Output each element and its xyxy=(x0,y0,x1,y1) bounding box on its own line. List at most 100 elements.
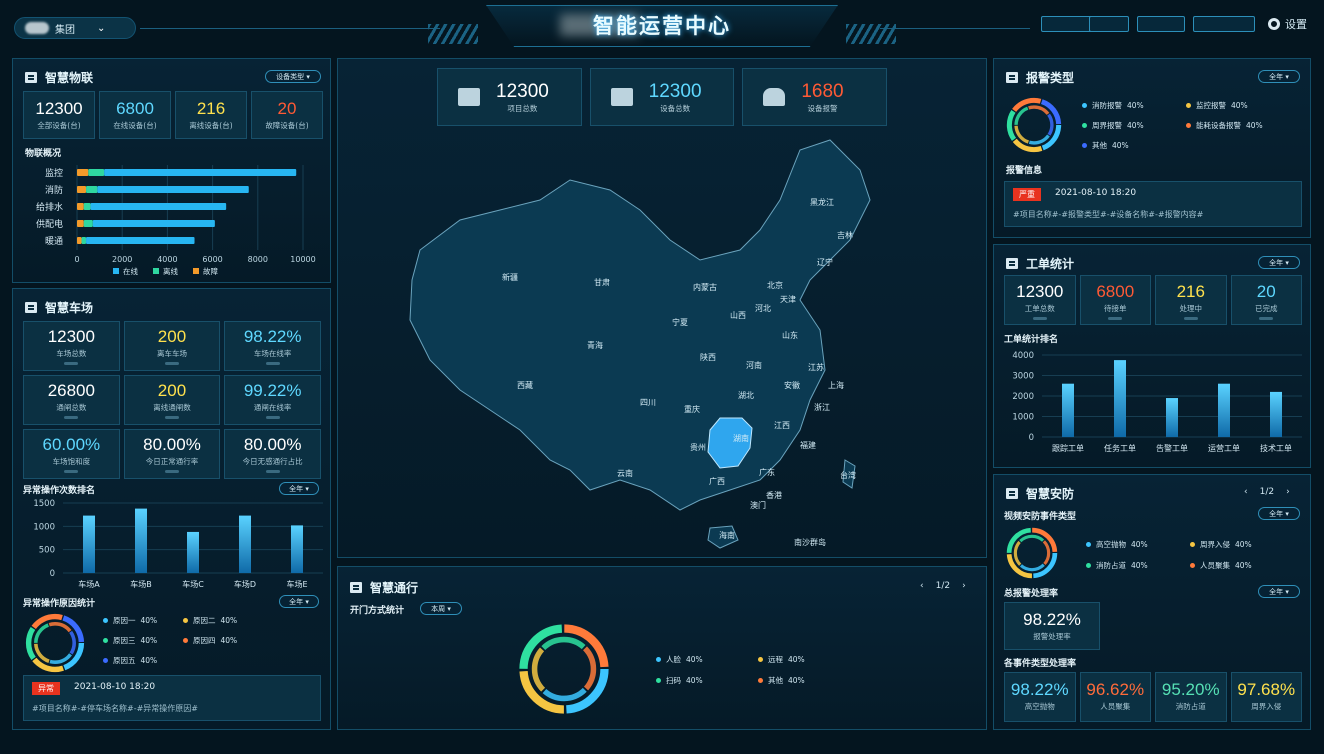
legend-swatch xyxy=(193,268,199,274)
map-region-label: 天津 xyxy=(780,294,796,304)
parking-stat-label: 车场总数 xyxy=(56,349,87,358)
map-region-label: 台湾 xyxy=(840,470,856,480)
iot-stat-label: 全部设备(台) xyxy=(37,121,81,130)
header-line-right xyxy=(880,28,1030,29)
access-period-select[interactable]: 本周 ▾ xyxy=(420,602,462,615)
y-tick-label: 500 xyxy=(39,546,55,556)
bar-segment xyxy=(77,186,87,193)
security-event-title: 视频安防事件类型 xyxy=(1004,512,1077,522)
y-category-label: 暖通 xyxy=(45,235,63,247)
iot-stat-label: 故障设备(台) xyxy=(265,121,309,130)
china-map[interactable]: 新疆西藏 青海 甘肃内蒙古宁夏陕西 山西 北京天津河北山东河南四川重庆 湖北 安徽江苏上海浙… xyxy=(380,130,880,560)
access-panel: 智慧通行 ‹ 1/2 › 开门方式统计 本周 ▾ 人脸 40% 远程 40% 扫码 4… xyxy=(337,566,987,730)
settings-label: 设置 xyxy=(1285,18,1307,31)
parking-alert[interactable]: 异常 2021-08-10 18:20 #项目名称#-#停车场名称#-#异常操作… xyxy=(23,675,321,721)
legend-pct: 40% xyxy=(140,636,158,645)
legend-name: 消防占道 xyxy=(1096,561,1126,570)
x-category-label: 任务工单 xyxy=(1104,443,1136,453)
bar-segment xyxy=(77,169,89,176)
bar xyxy=(1218,383,1230,437)
iot-overview-chart: 0 2000 4000 6000 8000 10000 监控消防给排水供配电暖通在线 离线 故障 xyxy=(36,165,316,276)
map-region-label: 新疆 xyxy=(502,272,518,282)
header-button-3[interactable] xyxy=(1137,16,1185,32)
parking-stat-value: 26800 xyxy=(47,381,95,400)
legend-name: 其他 xyxy=(768,676,783,685)
parking-reason-legend: 原因一 40% 原因二 40% 原因三 40% 原因四 40% 原因五 40% xyxy=(103,615,303,666)
y-tick-label: 1000 xyxy=(33,522,55,532)
bar-segment xyxy=(83,220,93,227)
bar-segment xyxy=(77,203,84,210)
bar-segment xyxy=(77,237,82,244)
alarm-panel: 报警类型 全年 ▾ 消防报警 40% 监控报警 40% 周界报警 40% 能耗设备报警… xyxy=(993,58,1311,238)
legend-item: 周界入侵 40% xyxy=(1190,539,1306,550)
legend-name: 远程 xyxy=(768,655,783,664)
parking-stat-label: 离车车场 xyxy=(156,349,187,358)
parking-reason-select[interactable]: 全年 ▾ xyxy=(279,595,319,608)
parking-ranking-select[interactable]: 全年 ▾ xyxy=(279,482,319,495)
workorder-ranking-title: 工单统计排名 xyxy=(1004,335,1059,345)
x-category-label: 车场B xyxy=(130,579,152,589)
iot-title-text: 智慧物联 xyxy=(45,71,94,85)
map-region-label: 安徽 xyxy=(784,380,800,390)
map-region-label: 吉林 xyxy=(837,230,853,240)
select-label: 全年 xyxy=(1269,258,1284,267)
select-label: 本周 xyxy=(431,604,446,613)
legend-swatch xyxy=(113,268,119,274)
parking-stat: 12300 车场总数 xyxy=(23,321,120,371)
header-button-4[interactable] xyxy=(1193,16,1255,32)
parking-stat: 26800 通闸总数 xyxy=(23,375,120,425)
iot-stat-value: 12300 xyxy=(35,99,83,118)
workorder-panel: 工单统计 全年 ▾ 12300 工单总数 6800 待接单 216 处理中 20 已完成… xyxy=(993,244,1311,468)
alarm-alert[interactable]: 严重 2021-08-10 18:20 #项目名称#-#报警类型#-#设备名称#… xyxy=(1004,181,1302,227)
bar xyxy=(239,515,251,573)
security-event-select[interactable]: 全年 ▾ xyxy=(1258,507,1300,520)
workorder-stat-value: 6800 xyxy=(1096,282,1135,301)
chevron-left-icon[interactable]: ‹ xyxy=(1244,487,1248,497)
header-button-2[interactable] xyxy=(1089,16,1129,32)
legend-name: 其他 xyxy=(1092,141,1107,150)
parking-stat-value: 80.00% xyxy=(243,435,302,454)
chevron-right-icon[interactable]: › xyxy=(962,581,966,591)
chevron-right-icon[interactable]: › xyxy=(1286,487,1290,497)
legend-item: 其他 40% xyxy=(758,675,856,686)
parking-stat-label: 今日无感通行占比 xyxy=(242,457,303,466)
security-rate-select[interactable]: 全年 ▾ xyxy=(1258,585,1300,598)
map-region-label: 广西 xyxy=(709,476,725,486)
workorder-stat-value: 216 xyxy=(1176,282,1205,301)
alarm-period-select[interactable]: 全年 ▾ xyxy=(1258,70,1300,83)
parking-stat-value: 80.00% xyxy=(143,435,201,454)
legend-name: 能耗设备报警 xyxy=(1196,121,1241,130)
select-label: 全年 xyxy=(1269,72,1284,81)
top-bar: 集团 ⌄ 智能运营中心 设置 xyxy=(0,0,1324,56)
workorder-period-select[interactable]: 全年 ▾ xyxy=(1258,256,1300,269)
legend-label: 在线 xyxy=(123,266,138,276)
alarm-title-text: 报警类型 xyxy=(1026,71,1075,85)
settings-button[interactable]: 设置 xyxy=(1268,16,1307,32)
panel-icon xyxy=(25,302,37,313)
legend-item: 消防报警 40% xyxy=(1082,100,1186,111)
access-pager: ‹ 1/2 › xyxy=(920,581,966,591)
legend-item: 人员聚集 40% xyxy=(1190,560,1306,571)
security-title-text: 智慧安防 xyxy=(1026,487,1075,501)
header-stripes-right xyxy=(846,24,896,44)
legend-name: 监控报警 xyxy=(1196,101,1226,110)
access-sub-title: 开门方式统计 xyxy=(350,606,405,616)
legend-pct: 40% xyxy=(220,636,238,645)
alarm-donut xyxy=(1006,97,1062,153)
iot-type-select[interactable]: 设备类型 ▾ xyxy=(265,70,321,83)
page-indicator: 1/2 xyxy=(935,581,951,591)
map-region-label: 青海 xyxy=(587,340,603,350)
bar xyxy=(83,515,95,573)
parking-stat-value: 60.00% xyxy=(42,435,101,454)
chevron-left-icon[interactable]: ‹ xyxy=(920,581,924,591)
map-region-label: 江西 xyxy=(774,421,790,430)
legend-pct: 40% xyxy=(1235,561,1252,570)
map-region-label: 四川 xyxy=(640,398,656,407)
legend-swatch xyxy=(153,268,159,274)
org-selector[interactable]: 集团 ⌄ xyxy=(14,17,136,39)
workorder-stat: 6800 待接单 xyxy=(1079,275,1151,325)
x-category-label: 跟踪工单 xyxy=(1052,443,1084,453)
parking-stat-value: 200 xyxy=(157,381,187,400)
map-outline xyxy=(409,139,871,511)
donut-segment xyxy=(1013,534,1051,572)
